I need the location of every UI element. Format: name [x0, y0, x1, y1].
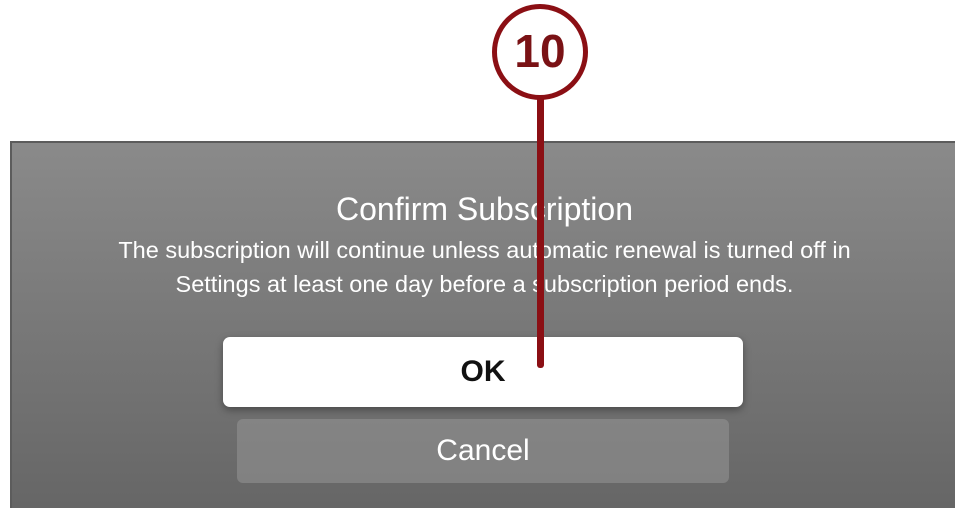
- cancel-button[interactable]: Cancel: [237, 419, 729, 483]
- callout-number-badge: 10: [492, 4, 588, 100]
- tv-screen: Confirm Subscription The subscription wi…: [10, 141, 955, 508]
- dialog-title: Confirm Subscription: [336, 191, 633, 227]
- dialog-message-line-1: The subscription will continue unless au…: [118, 237, 851, 263]
- dialog-message-line-2: Settings at least one day before a subsc…: [175, 271, 794, 297]
- figure: Confirm Subscription The subscription wi…: [0, 0, 955, 508]
- ok-button[interactable]: OK: [223, 337, 743, 407]
- callout-pointer-line: [537, 92, 544, 368]
- dialog-message: The subscription will continue unless au…: [12, 233, 955, 301]
